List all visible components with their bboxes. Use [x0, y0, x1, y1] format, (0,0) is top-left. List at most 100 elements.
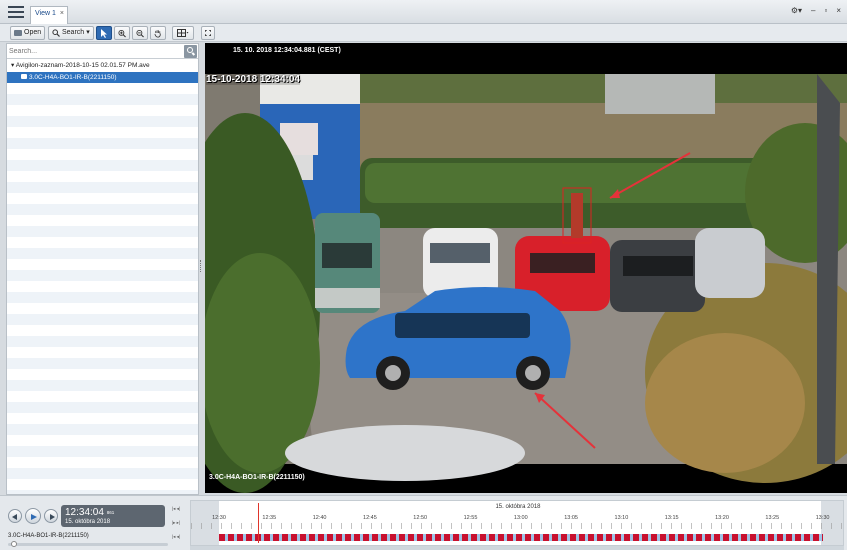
recording-segment [417, 534, 423, 541]
recording-segment [471, 534, 477, 541]
skip-bottom[interactable]: |◂ ◂| [172, 534, 180, 540]
recording-segment [318, 534, 324, 541]
recording-segment [723, 534, 729, 541]
timeline-track[interactable]: 15. októbra 2018 12:30 12:35 12:40 12:45 12:… [190, 500, 845, 546]
timeline-tick-label: 12:55 [463, 515, 478, 521]
skip-upper[interactable]: |◂ ◂| [172, 506, 180, 512]
timeline-tick-label: 13:25 [765, 515, 780, 521]
fullscreen-icon [205, 30, 211, 36]
fullscreen-button[interactable] [201, 26, 215, 40]
recording-segment [264, 534, 270, 541]
recording-segment [228, 534, 234, 541]
video-viewport[interactable]: 15. 10. 2018 12:34:04.881 (CEST) 15-10-2… [205, 43, 847, 493]
recording-segment [651, 534, 657, 541]
search-go-button[interactable] [184, 45, 197, 58]
close-icon[interactable]: × [60, 10, 64, 17]
zoom-in-button[interactable] [114, 26, 130, 40]
recording-segment [273, 534, 279, 541]
timeline-tick-label: 13:05 [564, 515, 578, 521]
recording-segment [399, 534, 405, 541]
recording-segment [615, 534, 621, 541]
recording-segment [561, 534, 567, 541]
recording-segment [309, 534, 315, 541]
zoom-out-button[interactable] [132, 26, 148, 40]
panel-splitter[interactable] [200, 260, 204, 272]
timeline-cursor[interactable] [258, 503, 259, 543]
recording-segment [597, 534, 603, 541]
recording-segment [426, 534, 432, 541]
chevron-down-icon: ▾ [86, 29, 90, 36]
tab-view-1[interactable]: View 1 × [30, 6, 68, 24]
search-label: Search [62, 29, 85, 36]
recording-segment [714, 534, 720, 541]
folder-icon [14, 30, 22, 36]
layout-button[interactable] [172, 26, 194, 40]
step-back-button[interactable] [8, 509, 22, 523]
timeline-scrollbar[interactable] [190, 546, 844, 550]
close-button[interactable]: × [836, 6, 841, 15]
recording-segment [354, 534, 360, 541]
step-forward-button[interactable] [44, 509, 58, 523]
tree-item-camera[interactable]: 3.0C-H4A-BO1-IR-B(2211150) [7, 72, 198, 83]
recording-segment [777, 534, 783, 541]
recording-segment [363, 534, 369, 541]
recording-segment [498, 534, 504, 541]
recording-segment [336, 534, 342, 541]
recording-segment [489, 534, 495, 541]
recording-segment [462, 534, 468, 541]
timeline-tick-label: 13:10 [614, 515, 629, 521]
recording-segment [813, 534, 819, 541]
tree-root-recording[interactable]: ▾ Avigilon-zaznam-2018-10-15 02.01.57 PM… [7, 61, 198, 71]
recording-segment [768, 534, 774, 541]
step-back-icon [12, 513, 17, 520]
recording-segment [705, 534, 711, 541]
sidebar: ▾ Avigilon-zaznam-2018-10-15 02.01.57 PM… [6, 43, 199, 495]
timeline-tick-label: 12:30 [212, 515, 226, 521]
timeline-tick-label: 12:50 [413, 515, 428, 521]
search-icon [52, 29, 60, 37]
camera-icon [21, 74, 27, 79]
settings-icon[interactable]: ⚙▾ [791, 6, 802, 15]
tree-empty-area [7, 83, 198, 494]
recording-segment [687, 534, 693, 541]
pointer-tool-button[interactable] [96, 26, 112, 40]
recording-segment [696, 534, 702, 541]
recording-segment [381, 534, 387, 541]
recording-segment [633, 534, 639, 541]
search-input[interactable] [9, 46, 179, 57]
recording-segment [669, 534, 675, 541]
toolbar: Open Search ▾ [0, 24, 847, 42]
skip-lower[interactable]: |▸ ▸| [172, 520, 180, 526]
recording-segment [759, 534, 765, 541]
timeline-tick-label: 13:30 [815, 515, 830, 521]
recording-segment [750, 534, 756, 541]
recording-segment [786, 534, 792, 541]
timeline-tick-label: 13:15 [664, 515, 679, 521]
play-button[interactable] [25, 508, 41, 524]
recording-segment [219, 534, 225, 541]
recording-segment [543, 534, 549, 541]
timeline-tick-label: 12:45 [363, 515, 377, 521]
recording-segment [246, 534, 252, 541]
timeline-tick-label: 12:40 [312, 515, 327, 521]
playback-clock: 12:34:04 861 15. októbra 2018 [61, 505, 165, 527]
sidebar-search [7, 44, 198, 59]
minimize-button[interactable]: – [811, 6, 815, 15]
zoom-out-icon [136, 29, 144, 37]
zoom-slider-knob[interactable] [11, 541, 17, 547]
recording-segment [525, 534, 531, 541]
pan-tool-button[interactable] [150, 26, 166, 40]
zoom-in-icon [118, 29, 126, 37]
recording-segment [345, 534, 351, 541]
open-button[interactable]: Open [10, 26, 46, 40]
layout-grid-icon [177, 29, 189, 37]
menu-icon[interactable] [8, 6, 24, 18]
recording-segment [741, 534, 747, 541]
recording-segment [660, 534, 666, 541]
recording-segment [624, 534, 630, 541]
restore-button[interactable]: ▫ [824, 6, 827, 15]
recording-segment [282, 534, 288, 541]
search-button[interactable]: Search ▾ [48, 26, 94, 40]
recording-segment [534, 534, 540, 541]
timeline-zoom-slider[interactable] [8, 541, 168, 547]
